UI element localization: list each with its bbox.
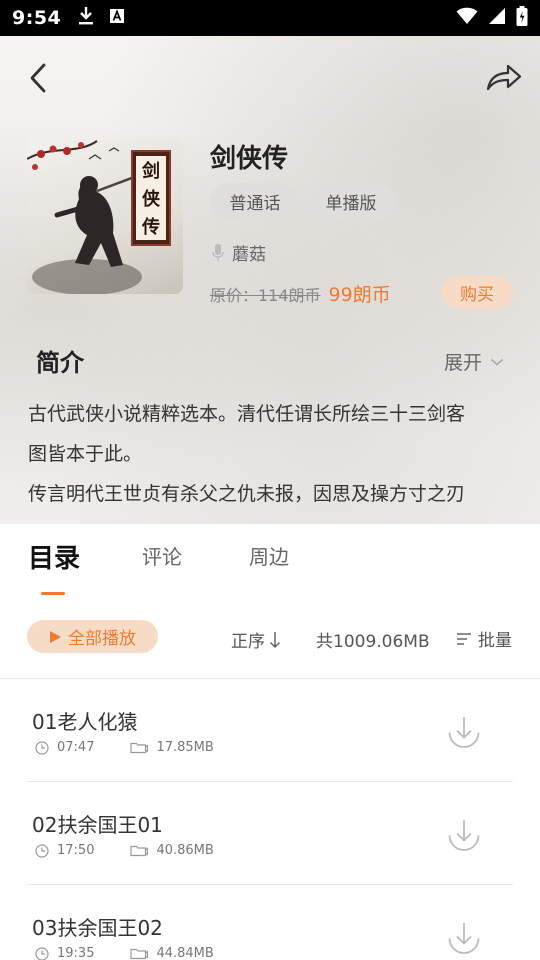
intro-line: 图皆本于此。 <box>28 443 143 465</box>
play-all-button[interactable]: 全部播放 <box>27 620 158 653</box>
episode-title: 01老人化猿 <box>32 710 138 734</box>
tag-mandarin[interactable]: 普通话 <box>210 183 300 220</box>
episode-size: 44.84MB <box>130 946 214 960</box>
play-all-label: 全部播放 <box>68 629 136 649</box>
arrow-down-icon <box>269 631 281 648</box>
tag-single-edition[interactable]: 单播版 <box>306 183 396 220</box>
folder-icon <box>130 948 149 960</box>
status-time: 9:54 <box>12 7 62 29</box>
buy-button[interactable]: 购买 <box>441 276 513 309</box>
episode-meta: 07:47 17.85MB <box>35 740 214 755</box>
episode-size-text: 44.84MB <box>156 946 214 960</box>
episode-size: 40.86MB <box>130 843 214 858</box>
intro-line: 古代武侠小说精粹选本。清代任谓长所绘三十三剑客 <box>28 403 466 425</box>
list-item[interactable]: 01老人化猿 07:47 17.85MB <box>27 679 513 782</box>
cover-seal-char: 剑 <box>142 161 160 182</box>
tab-comments[interactable]: 评论 <box>142 541 182 570</box>
share-icon <box>486 64 522 91</box>
episode-title: 03扶余国王02 <box>32 916 163 940</box>
tab-indicator <box>41 592 65 595</box>
list-icon <box>457 632 471 645</box>
episode-size-text: 17.85MB <box>156 740 214 755</box>
intro-text: 古代武侠小说精粹选本。清代任谓长所绘三十三剑客 图皆本于此。 传言明代王世贞有杀… <box>28 394 520 514</box>
a-icon <box>109 8 125 28</box>
sort-label: 正序 <box>231 632 265 652</box>
episode-title: 02扶余国王01 <box>32 813 163 837</box>
intro-title: 简介 <box>36 349 84 377</box>
expand-label: 展开 <box>444 352 483 374</box>
episode-duration: 19:35 <box>35 946 94 960</box>
microphone-icon <box>212 243 224 261</box>
tabs-area: 目录 评论 周边 全部播放 正序 共1009.06MB 批量 <box>0 524 540 679</box>
episode-duration-text: 19:35 <box>57 946 95 960</box>
batch-label: 批量 <box>478 631 512 651</box>
episode-list: 01老人化猿 07:47 17.85MB 02扶余国王01 17:50 40.8 <box>0 679 540 960</box>
tab-merchandise[interactable]: 周边 <box>249 541 289 570</box>
episode-meta: 17:50 40.86MB <box>35 843 214 858</box>
tab-catalog[interactable]: 目录 <box>28 538 80 575</box>
download-button[interactable] <box>445 816 483 854</box>
narrator[interactable]: 蘑菇 <box>212 240 266 265</box>
download-circle-icon <box>448 717 480 748</box>
download-circle-icon <box>448 820 480 851</box>
list-item[interactable]: 02扶余国王01 17:50 40.86MB <box>27 782 513 885</box>
download-circle-icon <box>448 923 480 954</box>
episode-duration-text: 07:47 <box>57 740 95 755</box>
signal-icon <box>488 7 506 29</box>
cover-seal-char: 侠 <box>142 189 160 210</box>
cover-seal-char: 传 <box>142 217 160 238</box>
cover-seal: 剑 侠 传 <box>131 150 171 246</box>
clock-icon <box>35 740 49 755</box>
expand-button[interactable]: 展开 <box>444 348 504 375</box>
list-item[interactable]: 03扶余国王02 19:35 44.84MB <box>27 885 513 960</box>
download-button[interactable] <box>445 919 483 957</box>
price-row: 原价：114朗币 99朗币 <box>210 280 391 307</box>
book-title: 剑侠传 <box>210 144 289 174</box>
intro-line: 传言明代王世贞有杀父之仇未报，因思及操方寸之刃 <box>28 483 466 505</box>
total-size: 共1009.06MB <box>316 632 430 652</box>
episode-size-text: 40.86MB <box>156 843 214 858</box>
episode-duration: 07:47 <box>35 740 94 755</box>
episode-size: 17.85MB <box>130 740 214 755</box>
download-button[interactable] <box>445 713 483 751</box>
sort-button[interactable]: 正序 <box>231 627 281 652</box>
chevron-left-icon <box>30 63 46 93</box>
battery-icon <box>516 6 528 30</box>
clock-icon <box>35 946 49 960</box>
play-icon <box>50 630 61 643</box>
episode-duration: 17:50 <box>35 843 94 858</box>
share-button[interactable] <box>484 60 524 96</box>
status-bar: 9:54 <box>0 0 540 36</box>
narrator-name: 蘑菇 <box>232 245 266 265</box>
wifi-icon <box>456 7 478 29</box>
batch-button[interactable]: 批量 <box>456 626 512 651</box>
folder-icon <box>130 845 149 857</box>
folder-icon <box>130 742 149 754</box>
episode-duration-text: 17:50 <box>57 843 95 858</box>
original-price: 原价：114朗币 <box>210 286 321 305</box>
current-price: 99朗币 <box>328 284 391 306</box>
clock-icon <box>35 843 49 858</box>
back-button[interactable] <box>20 60 56 96</box>
chevron-down-icon <box>490 358 504 366</box>
episode-meta: 19:35 44.84MB <box>35 946 214 960</box>
download-icon <box>77 6 95 30</box>
